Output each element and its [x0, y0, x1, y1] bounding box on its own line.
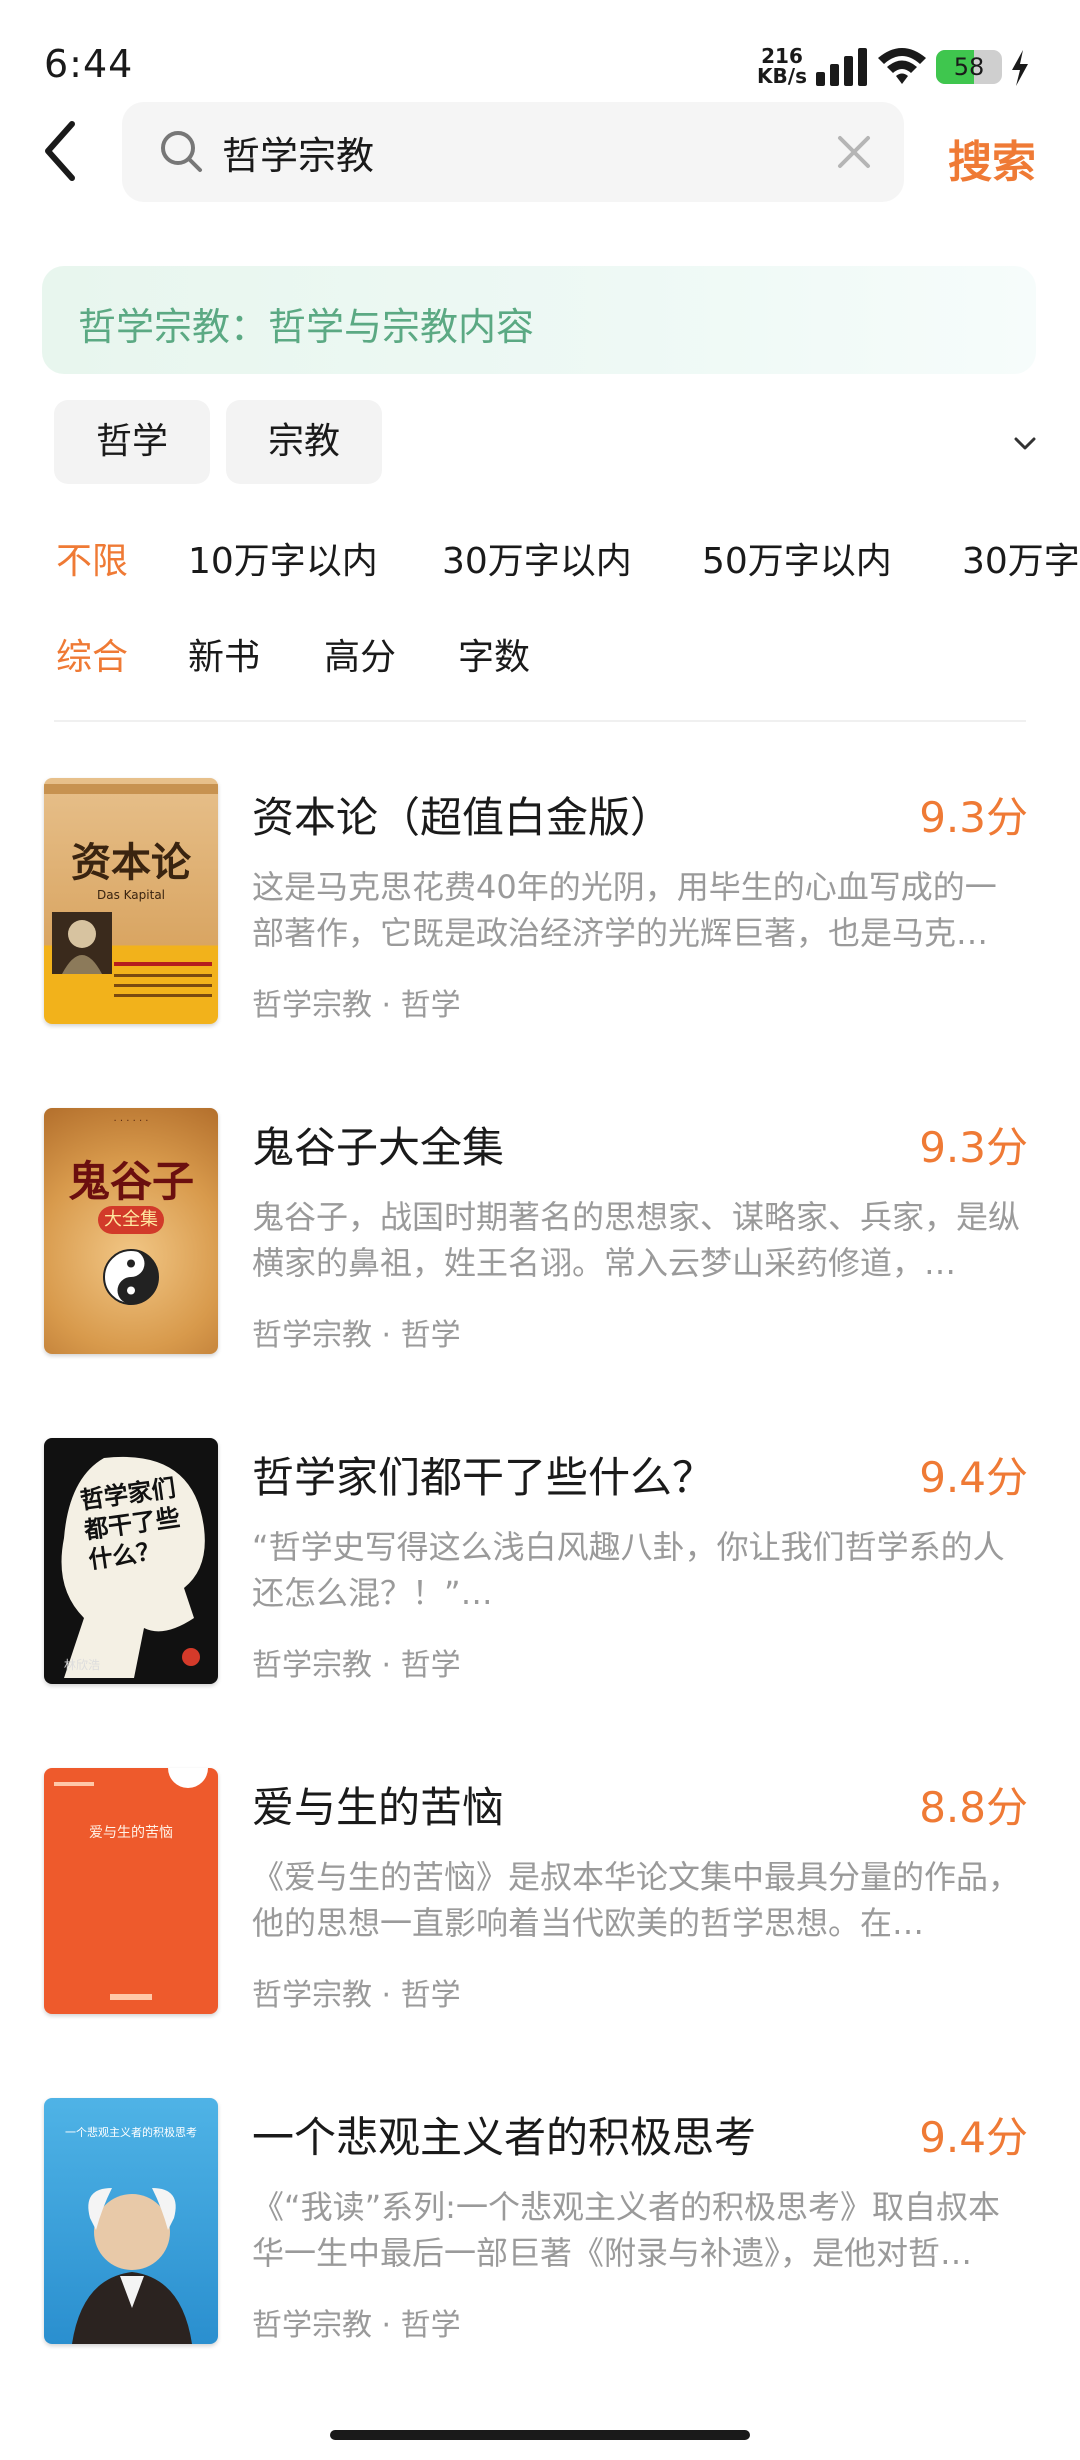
divider [54, 720, 1026, 722]
book-description: 这是马克思花费40年的光阴，用毕生的心血写成的一部著作，它既是政治经济学的光辉巨… [252, 868, 997, 952]
book-description: 《“我读”系列:一个悲观主义者的积极思考》取自叔本华一生中最后一部巨著《附录与补… [252, 2188, 1000, 2272]
book-cover[interactable]: 资本论 Das Kapital [44, 778, 218, 1024]
book-cover[interactable]: · · · · · · 鬼谷子 大全集 [44, 1108, 218, 1354]
book-item[interactable]: 爱与生的苦恼 爱与生的苦恼 8.8分 《爱与生的苦恼》是叔本华论文集中最具分量的… [0, 1768, 1080, 2098]
yin-yang-icon [103, 1249, 159, 1305]
search-icon [161, 131, 202, 172]
cover-line [114, 984, 212, 987]
filter-word-count-300k-plus[interactable]: 30万字 [962, 532, 1080, 584]
battery-level: 58 [953, 53, 985, 81]
cover-title: 哲学家们都干了些什么？ [78, 1473, 182, 1575]
filter-word-count-100k[interactable]: 10万字以内 [188, 532, 378, 584]
book-description: 鬼谷子，战国时期著名的思想家、谋略家、兵家，是纵横家的鼻祖，姓王名诩。常入云梦山… [252, 1198, 1021, 1282]
search-button[interactable]: 搜索 [948, 126, 1036, 190]
publisher-logo-icon [182, 1648, 200, 1666]
signal-icon [816, 48, 867, 86]
book-tags: 哲学宗教 · 哲学 [252, 988, 461, 1023]
publisher-logo-icon [110, 1994, 152, 2000]
book-title[interactable]: 爱与生的苦恼 [252, 1774, 504, 1835]
book-description: “哲学史写得这么浅白风趣八卦，你让我们哲学系的人还怎么混？！”… [252, 1528, 1005, 1612]
cover-title: 鬼谷子 [67, 1157, 194, 1206]
category-chip-philosophy[interactable]: 哲学 [54, 400, 210, 484]
cover-title: 爱与生的苦恼 [89, 1825, 173, 1841]
cover-subtitle: 大全集 [98, 1206, 164, 1234]
book-description: 《爱与生的苦恼》是叔本华论文集中最具分量的作品，他的思想一直影响着当代欧美的哲学… [252, 1858, 1021, 1942]
cover-subtitle: Das Kapital [96, 888, 165, 902]
book-tags: 哲学宗教 · 哲学 [252, 2308, 461, 2343]
portrait-illustration [52, 912, 112, 974]
book-item[interactable]: 资本论 Das Kapital 资本论（超值白金版） 9.3分 这是马克思花费4… [0, 778, 1080, 1108]
close-icon[interactable] [836, 134, 872, 170]
book-item[interactable]: · · · · · · 鬼谷子 大全集 鬼谷子大全集 9.3分 鬼谷子，战国时期… [0, 1108, 1080, 1438]
search-input[interactable] [222, 110, 802, 194]
charging-bolt-icon [1012, 50, 1028, 86]
book-tags: 哲学宗教 · 哲学 [252, 1648, 461, 1683]
cover-band [54, 1782, 94, 1786]
book-title[interactable]: 一个悲观主义者的积极思考 [252, 2104, 756, 2165]
chevron-left-icon[interactable] [36, 118, 86, 184]
cover-author: 林欣浩 [64, 1658, 101, 1672]
battery-icon: 58 [936, 50, 1002, 84]
network-speed: 216 KB/s [752, 46, 812, 86]
book-score: 9.4分 [919, 2113, 1028, 2162]
status-time: 6:44 [44, 42, 134, 86]
book-title[interactable]: 哲学家们都干了些什么？ [252, 1444, 714, 1505]
book-tags: 哲学宗教 · 哲学 [252, 1318, 461, 1353]
book-title[interactable]: 鬼谷子大全集 [252, 1114, 504, 1175]
cover-line [114, 962, 212, 966]
cover-title: 资本论 [71, 839, 191, 886]
portrait-illustration [72, 2188, 192, 2344]
book-cover[interactable]: 哲学家们都干了些什么？ 林欣浩 [44, 1438, 218, 1684]
cover-line [114, 994, 212, 997]
home-indicator[interactable] [330, 2430, 750, 2440]
network-speed-value: 216 [761, 44, 803, 68]
book-score: 9.3分 [919, 793, 1028, 842]
filter-word-count-500k[interactable]: 50万字以内 [702, 532, 892, 584]
book-tags: 哲学宗教 · 哲学 [252, 1978, 461, 2013]
category-banner-text: 哲学宗教：哲学与宗教内容 [78, 305, 535, 349]
cover-band [44, 784, 218, 794]
filter-word-count-300k[interactable]: 30万字以内 [442, 532, 632, 584]
book-item[interactable]: 一个悲观主义者的积极思考 一个悲观主义者的积极思考 9.4分 《“我读”系列:一… [0, 2098, 1080, 2428]
cover-notch [168, 1768, 208, 1788]
chevron-down-icon[interactable] [1010, 428, 1040, 458]
book-item[interactable]: 哲学家们都干了些什么？ 林欣浩 哲学家们都干了些什么？ 9.4分 “哲学史写得这… [0, 1438, 1080, 1768]
filter-word-count-unlimited[interactable]: 不限 [56, 532, 128, 584]
book-cover[interactable]: 爱与生的苦恼 [44, 1768, 218, 2014]
book-score: 8.8分 [919, 1783, 1028, 1832]
sort-new-books[interactable]: 新书 [188, 628, 260, 680]
sort-high-score[interactable]: 高分 [324, 628, 396, 680]
network-speed-unit: KB/s [757, 64, 807, 88]
sort-comprehensive[interactable]: 综合 [56, 628, 128, 680]
cover-line [114, 974, 212, 977]
book-title[interactable]: 资本论（超值白金版） [252, 784, 672, 845]
cover-title: 一个悲观主义者的积极思考 [65, 2126, 197, 2139]
book-score: 9.4分 [919, 1453, 1028, 1502]
book-cover[interactable]: 一个悲观主义者的积极思考 [44, 2098, 218, 2344]
wifi-icon [878, 48, 926, 84]
cover-band: · · · · · · [113, 1116, 149, 1127]
sort-word-count[interactable]: 字数 [458, 628, 530, 680]
category-chip-religion[interactable]: 宗教 [226, 400, 382, 484]
book-score: 9.3分 [919, 1123, 1028, 1172]
